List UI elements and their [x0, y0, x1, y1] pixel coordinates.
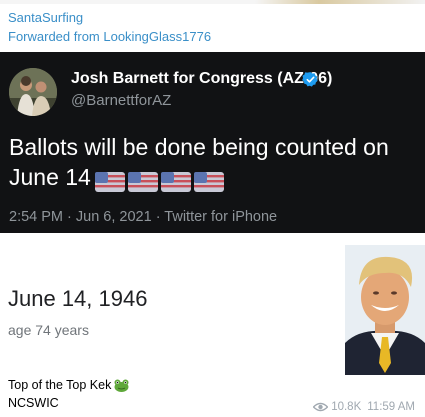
- us-flag-icon: [193, 171, 224, 192]
- caption-text: Top of the Top Kek: [8, 378, 112, 392]
- verified-badge-icon: [302, 72, 318, 87]
- us-flag-icon: [160, 171, 191, 192]
- views-eye-icon: [313, 402, 329, 412]
- avatar-photo: [9, 68, 57, 116]
- us-flag-icon: [94, 171, 125, 192]
- us-flag-icon: [127, 171, 158, 192]
- search-result-age: age 74 years: [8, 322, 89, 338]
- sender-name[interactable]: SantaSurfing: [8, 9, 83, 27]
- tweet-timestamp: 2:54 PM · Jun 6, 2021 · Twitter for iPho…: [9, 209, 278, 225]
- top-decoration-strip: [0, 0, 425, 4]
- caption-line-1: Top of the Top Kek: [8, 377, 129, 393]
- message-meta: 10.8K 11:59 AM: [313, 401, 415, 413]
- caption-line-2: NCSWIC: [8, 396, 59, 410]
- tweet-handle[interactable]: @BarnettforAZ: [71, 92, 171, 109]
- view-count: 10.8K: [331, 401, 362, 413]
- frog-icon: [114, 379, 129, 392]
- tweet-author-name[interactable]: Josh Barnett for Congress (AZ-06): [71, 70, 332, 88]
- portrait-image: [345, 245, 425, 375]
- avatar: [9, 68, 57, 116]
- search-result-card: June 14, 1946 age 74 years: [0, 233, 425, 375]
- forwarded-from-link[interactable]: Forwarded from LookingGlass1776: [8, 28, 211, 46]
- tweet-screenshot[interactable]: Josh Barnett for Congress (AZ-06) @Barne…: [0, 52, 425, 233]
- tweet-body: Ballots will be done being counted on Ju…: [9, 132, 419, 195]
- portrait-photo: [345, 245, 425, 375]
- us-flag-emojis: [94, 165, 227, 195]
- search-result-date: June 14, 1946: [8, 286, 148, 311]
- message-time: 11:59 AM: [367, 401, 415, 413]
